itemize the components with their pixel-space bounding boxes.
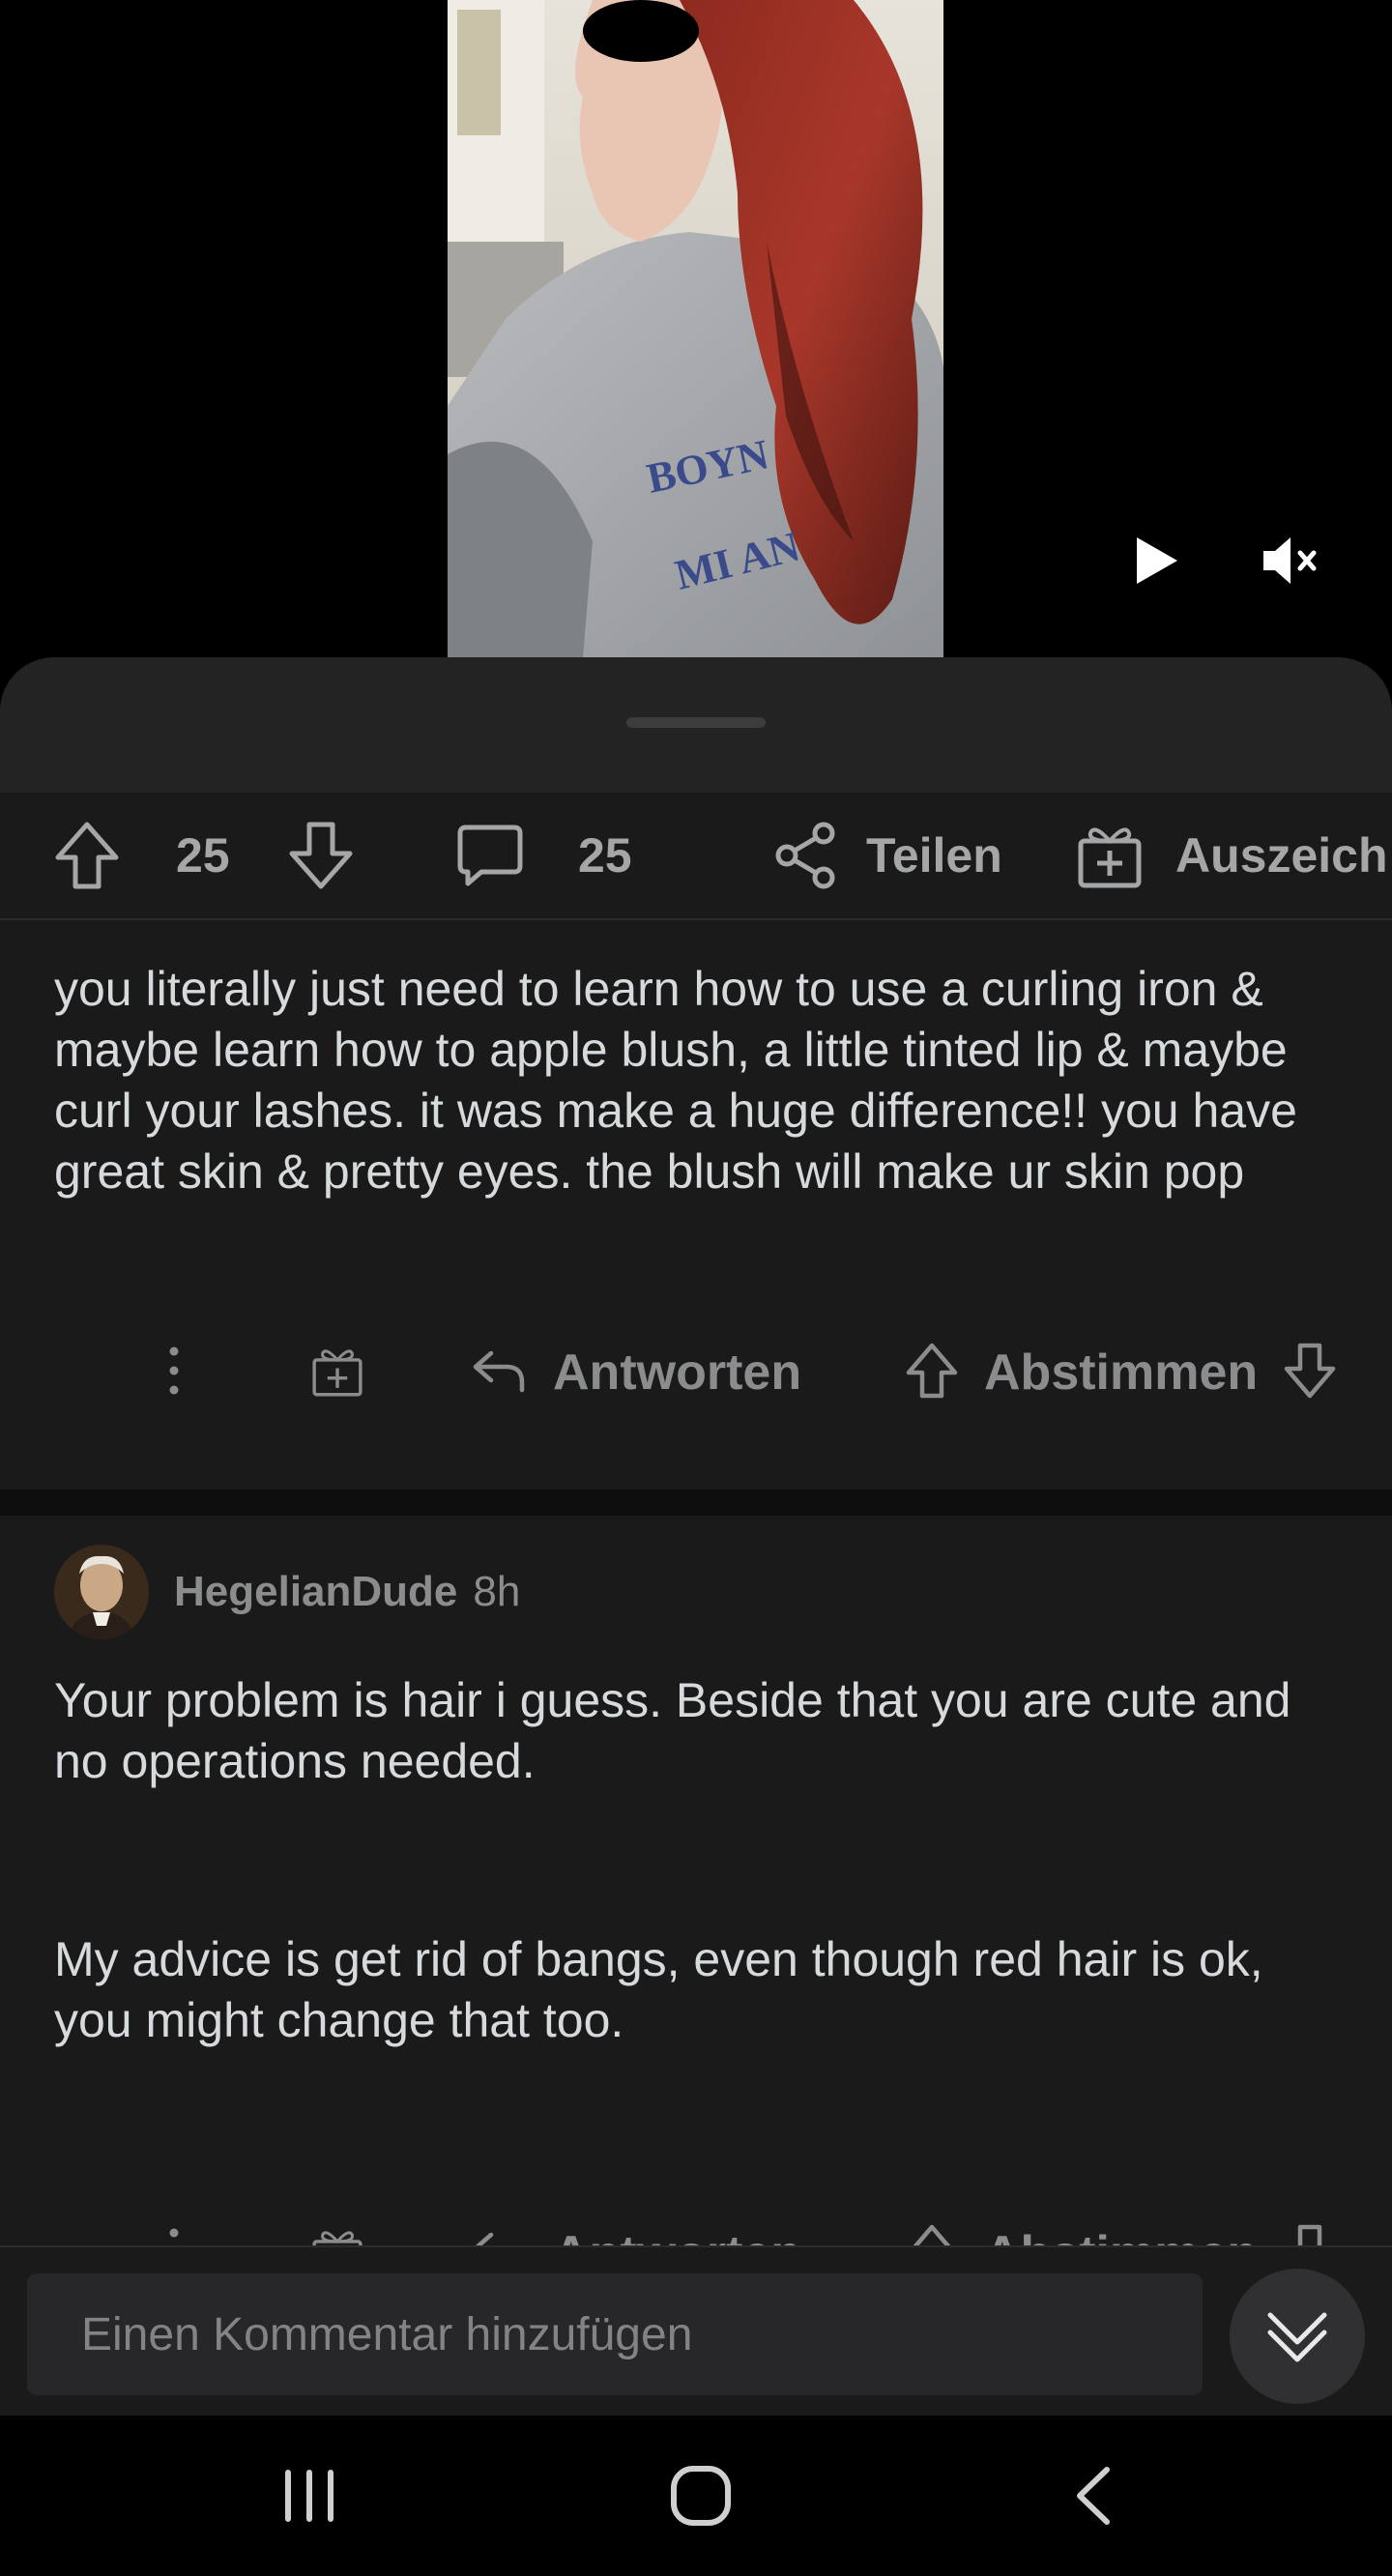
award-icon <box>1077 822 1143 889</box>
reply-button[interactable]: Antworten <box>472 1324 801 1421</box>
comment-paragraph: you literally just need to learn how to … <box>54 962 1297 1199</box>
comment-body: Your problem is hair i guess. Beside tha… <box>54 1670 1349 2051</box>
comment-paragraph: Your problem is hair i guess. Beside tha… <box>54 1673 1291 1788</box>
award-label: Auszeich <box>1175 828 1388 883</box>
more-options-icon <box>155 1342 193 1404</box>
comment-icon <box>456 822 524 889</box>
mute-button[interactable] <box>1260 532 1321 590</box>
back-icon <box>1077 2467 1110 2525</box>
more-options-button[interactable] <box>155 1324 193 1421</box>
award-button[interactable]: Auszeich <box>1077 793 1388 918</box>
reply-icon <box>472 1347 526 1399</box>
vote-count: 25 <box>176 793 230 918</box>
comment-count-label: 25 <box>578 828 632 883</box>
comment-header: HegelianDude 8h <box>54 1545 520 1639</box>
double-chevron-down-icon <box>1267 2312 1327 2362</box>
downvote-button[interactable] <box>288 793 354 918</box>
comment-actions: Antworten Abstimmen <box>0 1324 1392 1421</box>
reply-label: Antworten <box>553 1345 802 1401</box>
back-button[interactable] <box>1054 2416 1131 2576</box>
downvote-icon <box>288 821 354 890</box>
comment: HegelianDude 8h Your problem is hair i g… <box>0 1516 1392 2332</box>
comments-sheet: 25 25 Teilen Auszeich you literally just… <box>0 657 1392 2416</box>
avatar[interactable] <box>54 1545 149 1639</box>
upvote-icon <box>54 821 120 890</box>
video-player[interactable]: BOYN MI AN <box>0 0 1392 657</box>
share-button[interactable]: Teilen <box>773 793 1002 918</box>
recent-apps-icon <box>285 2470 334 2522</box>
collapse-comments-button[interactable] <box>1230 2269 1365 2404</box>
downvote-icon[interactable] <box>1283 1342 1337 1404</box>
drag-handle[interactable] <box>626 717 766 728</box>
share-label: Teilen <box>866 828 1002 883</box>
comment-input[interactable] <box>27 2273 1203 2395</box>
post-action-bar: 25 25 Teilen Auszeich <box>0 793 1392 920</box>
vote-count-label: 25 <box>176 828 230 883</box>
comment-paragraph: My advice is get rid of bangs, even thou… <box>54 1932 1263 2047</box>
upvote-icon[interactable] <box>905 1342 959 1404</box>
comment-time: 8h <box>473 1568 521 1615</box>
award-comment-button[interactable] <box>309 1324 365 1421</box>
comment-composer <box>0 2245 1392 2416</box>
award-icon <box>309 1342 365 1404</box>
system-navigation-bar <box>0 2416 1392 2576</box>
recent-apps-button[interactable] <box>271 2416 348 2576</box>
home-button[interactable] <box>657 2416 744 2576</box>
vote-controls: Abstimmen <box>905 1324 1337 1421</box>
play-button[interactable] <box>1129 534 1183 588</box>
comments-button[interactable]: 25 <box>456 793 632 918</box>
upvote-button[interactable] <box>54 793 120 918</box>
video-frame: BOYN MI AN <box>448 0 943 657</box>
vote-label: Abstimmen <box>984 1345 1259 1401</box>
comment-body: you literally just need to learn how to … <box>54 959 1349 1202</box>
play-icon <box>1137 537 1177 584</box>
sheet-header[interactable] <box>0 657 1392 793</box>
comment-username[interactable]: HegelianDude <box>174 1568 457 1616</box>
share-icon <box>773 822 837 889</box>
mute-icon <box>1263 537 1317 584</box>
comment-separator <box>0 1490 1392 1516</box>
home-icon <box>671 2466 731 2526</box>
